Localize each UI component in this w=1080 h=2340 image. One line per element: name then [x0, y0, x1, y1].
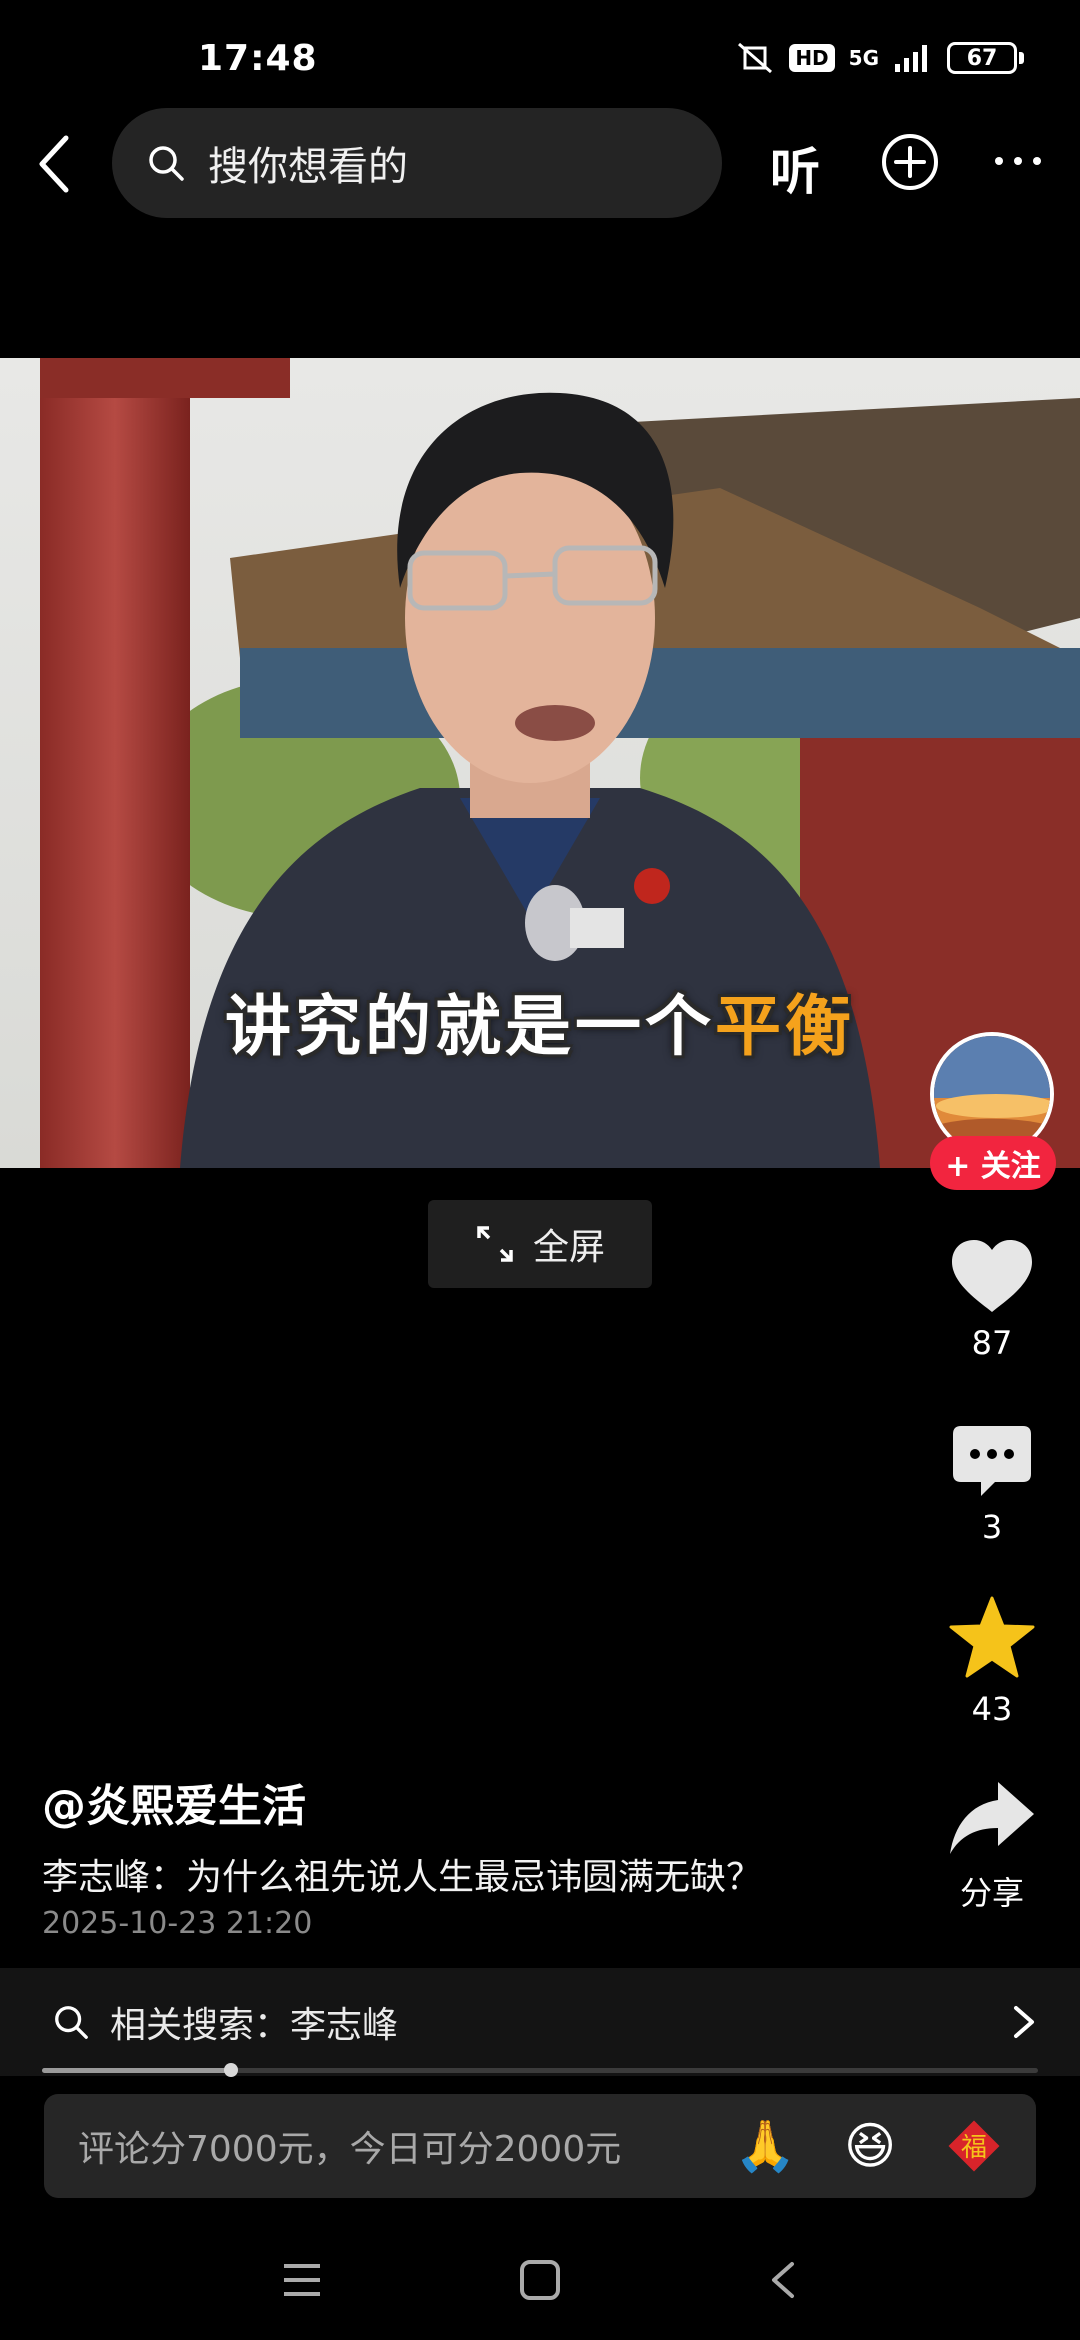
caption-text: 讲究的就是一个 — [225, 988, 715, 1065]
related-search-bar[interactable]: 相关搜索：李志峰 — [0, 1968, 1080, 2076]
related-search-text: 相关搜索：李志峰 — [110, 2005, 399, 2046]
comment-icon — [953, 1426, 1031, 1496]
share-button[interactable]: 分享 — [930, 1778, 1054, 1914]
system-nav-bar — [0, 2220, 1080, 2340]
like-button[interactable]: 87 — [930, 1238, 1054, 1362]
search-input[interactable]: 搜你想看的 — [112, 108, 722, 218]
search-icon — [55, 2006, 88, 2039]
author-name[interactable]: @炎熙爱生活 — [42, 1770, 306, 1834]
search-placeholder: 搜你想看的 — [208, 144, 408, 190]
listen-button[interactable]: 听 — [770, 132, 820, 204]
fu-text: 福 — [961, 2133, 987, 2163]
status-time: 17:48 — [198, 38, 318, 79]
menu-button[interactable] — [272, 2250, 332, 2310]
share-label: 分享 — [959, 1874, 1024, 1912]
status-bar: 17:48 HD 5G 67 — [0, 0, 1080, 120]
hd-badge: HD — [789, 44, 835, 72]
signal-icon — [895, 45, 927, 72]
chevron-left-icon — [39, 135, 69, 193]
emoji-laugh-button[interactable]: 😆 — [840, 2116, 900, 2176]
caption-highlight: 平衡 — [715, 988, 855, 1065]
comment-input[interactable]: 评论分7000元，今日可分2000元 🙏 😆 福 — [44, 2094, 1036, 2198]
emoji-pray-button[interactable]: 🙏 — [734, 2116, 796, 2176]
back-button[interactable] — [22, 130, 86, 198]
home-button[interactable] — [510, 2250, 570, 2310]
menu-icon — [284, 2264, 320, 2296]
favorite-count: 43 — [971, 1690, 1013, 1728]
favorite-button[interactable]: 43 — [930, 1596, 1054, 1728]
chevron-left-icon — [772, 2262, 794, 2298]
heart-icon — [952, 1240, 1032, 1312]
video-player[interactable]: 讲究的就是一个平衡 — [0, 358, 1080, 1168]
square-icon — [520, 2260, 560, 2300]
share-arrow-icon — [950, 1782, 1034, 1854]
star-icon — [949, 1596, 1035, 1678]
more-options-button[interactable] — [988, 136, 1048, 186]
add-icon[interactable] — [880, 132, 940, 192]
comment-placeholder: 评论分7000元，今日可分2000元 — [78, 2129, 622, 2170]
like-count: 87 — [971, 1324, 1013, 1362]
top-bar: 搜你想看的 听 — [0, 108, 1080, 220]
nav-back-button[interactable] — [752, 2250, 812, 2310]
expand-icon — [477, 1226, 513, 1262]
progress-fill — [42, 2068, 232, 2073]
post-date: 2025-10-23 21:20 — [42, 1906, 313, 1941]
more-icon — [995, 157, 1041, 165]
search-icon — [149, 146, 184, 181]
video-caption: 讲究的就是一个平衡 — [0, 973, 1080, 1069]
status-icons: HD 5G 67 — [735, 40, 1024, 76]
mute-vibrate-icon — [738, 42, 773, 74]
chevron-right-icon — [1014, 2006, 1034, 2038]
fullscreen-button[interactable]: 全屏 — [428, 1200, 652, 1288]
network-label: 5G — [848, 46, 879, 70]
video-title: 李志峰：为什么祖先说人生最忌讳圆满无缺？ — [42, 1857, 763, 1898]
fu-icon: 福 — [948, 2120, 1000, 2172]
fullscreen-label: 全屏 — [532, 1227, 605, 1268]
follow-button[interactable]: + 关注 — [930, 1136, 1056, 1190]
battery-level: 67 — [947, 42, 1017, 74]
video-progress-bar[interactable] — [42, 2063, 1038, 2077]
emoji-fu-button[interactable]: 福 — [944, 2116, 1004, 2176]
comment-button[interactable]: 3 — [930, 1424, 1054, 1546]
battery-icon: 67 — [947, 42, 1024, 74]
comment-count: 3 — [981, 1508, 1003, 1546]
